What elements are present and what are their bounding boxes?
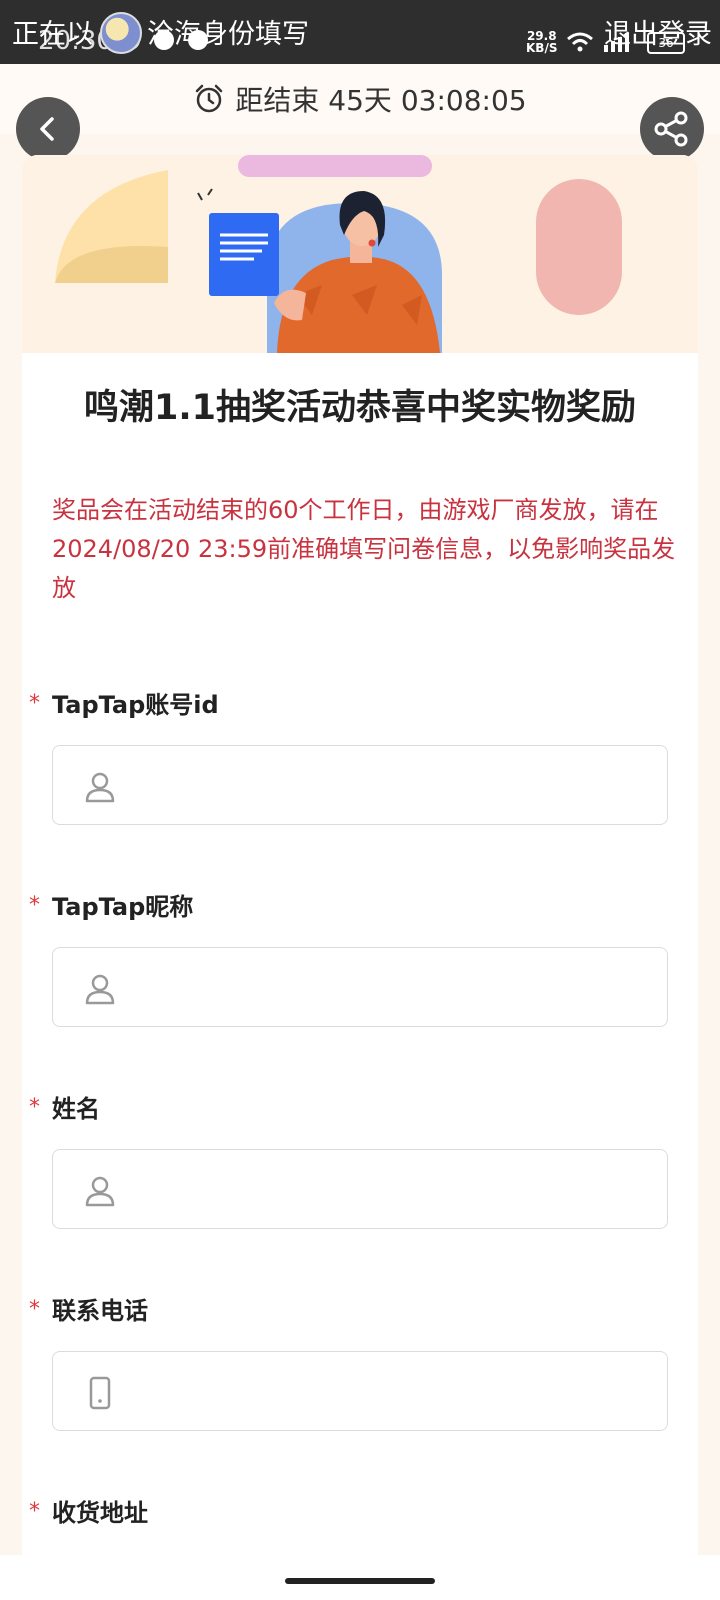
page-title: 鸣潮1.1抽奖活动恭喜中奖实物奖励 [83,388,636,428]
field-label-address: 收货地址 [52,1499,148,1527]
home-indicator[interactable] [285,1578,435,1584]
login-prefix-label: 正在以 [12,19,93,50]
net-speed: 29.8 KB/S [526,30,557,54]
alarm-clock-icon [196,84,223,113]
field-label-taptap-id: TapTap账号id [52,691,219,719]
identity-label: 沧海身份填写 [147,19,309,50]
countdown-text: 距结束 45天 03:08:05 [235,84,527,117]
net-speed-unit: KB/S [526,41,558,55]
phone-icon [89,1376,111,1410]
field-label-taptap-nickname: TapTap昵称 [52,893,194,921]
taptap-id-input[interactable] [143,746,647,826]
status-bar: 20:30 正在以 沧海身份填写 29.8 KB/S 36 退出登录 [0,0,720,64]
share-icon [654,111,688,147]
user-icon [85,772,115,803]
user-icon [85,974,115,1005]
taptap-nickname-field[interactable] [52,947,668,1028]
back-button[interactable] [16,97,80,161]
name-field[interactable] [52,1149,668,1230]
required-mark: * [29,893,40,918]
avatar [100,12,142,54]
field-label-name: 姓名 [52,1095,100,1123]
phone-field[interactable] [52,1351,668,1432]
form-card: 鸣潮1.1抽奖活动恭喜中奖实物奖励 奖品会在活动结束的60个工作日，由游戏厂商发… [22,155,698,1555]
required-mark: * [29,691,40,716]
field-label-phone: 联系电话 [52,1297,148,1325]
logout-button[interactable]: 退出登录 [604,12,712,51]
required-mark: * [29,1095,40,1120]
required-mark: * [29,1499,40,1524]
wifi-icon [567,32,593,52]
countdown-bar: 距结束 45天 03:08:05 [0,64,720,134]
banner-illustration [22,155,698,353]
phone-input[interactable] [143,1352,647,1432]
required-mark: * [29,1297,40,1322]
user-icon [85,1176,115,1207]
taptap-nickname-input[interactable] [143,948,647,1028]
taptap-id-field[interactable] [52,745,668,826]
name-input[interactable] [143,1150,647,1230]
share-button[interactable] [640,97,704,161]
prize-notice: 奖品会在活动结束的60个工作日，由游戏厂商发放，请在2024/08/20 23:… [52,496,676,602]
chevron-left-icon [40,117,54,141]
